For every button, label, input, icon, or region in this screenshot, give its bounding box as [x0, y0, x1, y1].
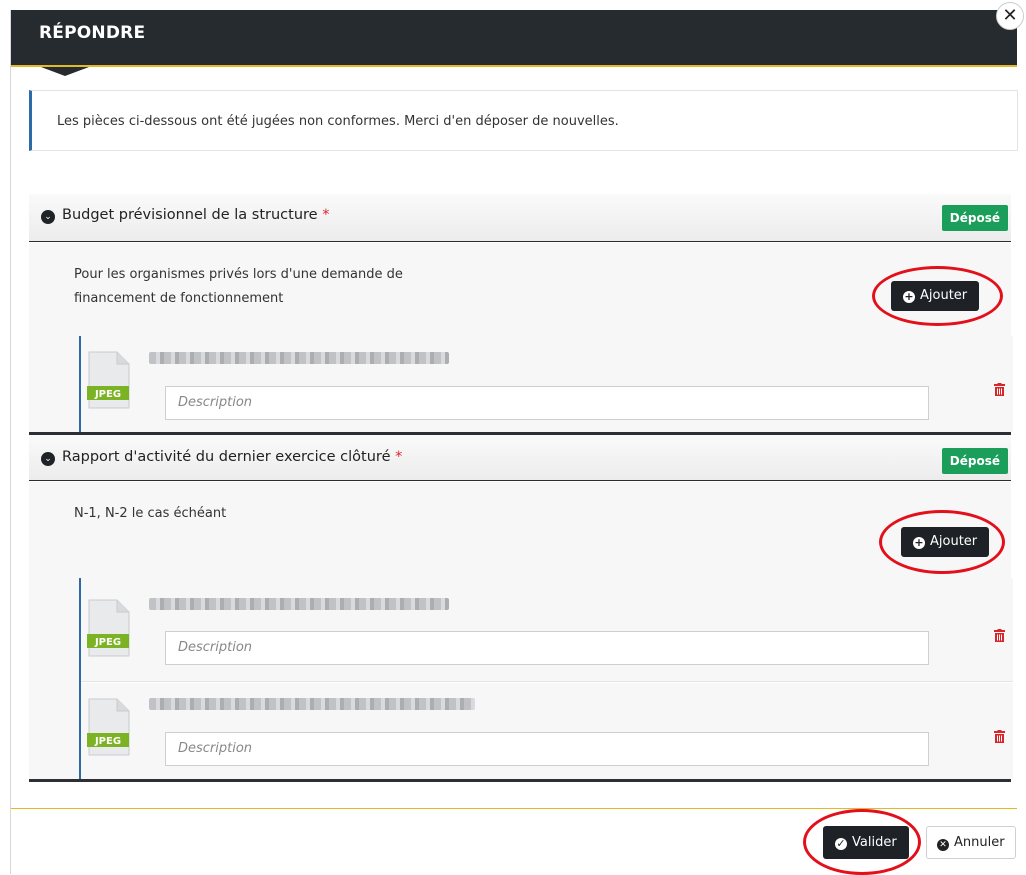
respond-dialog: RÉPONDRE ✕ Les pièces ci-dessous ont été…: [10, 2, 1024, 875]
status-badge: Déposé: [941, 448, 1008, 474]
trash-icon[interactable]: [994, 629, 1005, 642]
svg-text:JPEG: JPEG: [94, 736, 121, 747]
dialog-title: RÉPONDRE: [39, 23, 146, 43]
section-header-budget[interactable]: ⌄ Budget prévisionnel de la structure * …: [29, 194, 1011, 242]
section-title: Budget prévisionnel de la structure *: [62, 207, 330, 223]
file-name: [149, 352, 449, 364]
section-header-rapport[interactable]: ⌄ Rapport d'activité du dernier exercice…: [29, 435, 1011, 481]
section-divider: [29, 779, 1011, 782]
dialog-header: RÉPONDRE: [11, 10, 1017, 76]
jpeg-file-icon: JPEG: [87, 351, 130, 409]
svg-text:JPEG: JPEG: [94, 389, 121, 400]
highlight-circle: [872, 266, 1003, 326]
file-list: JPEG Description: [79, 336, 1013, 432]
svg-text:JPEG: JPEG: [94, 637, 121, 648]
notice-text: Les pièces ci-dessous ont été jugées non…: [57, 114, 619, 129]
file-row: JPEG Description: [81, 578, 1013, 682]
highlight-circle: [879, 510, 1005, 574]
trash-icon[interactable]: [994, 730, 1005, 743]
file-row: JPEG Description: [81, 683, 1013, 779]
required-mark: *: [322, 207, 330, 223]
highlight-circle: [803, 809, 921, 875]
section-title: Rapport d'activité du dernier exercice c…: [62, 449, 403, 465]
description-input[interactable]: Description: [165, 386, 929, 420]
file-list: JPEG Description JPEG Description: [79, 578, 1013, 779]
file-name: [149, 598, 449, 610]
close-icon[interactable]: ✕: [996, 2, 1024, 30]
x-circle-icon: ✕: [937, 839, 949, 851]
jpeg-file-icon: JPEG: [87, 698, 130, 756]
cancel-button[interactable]: ✕ Annuler: [926, 826, 1016, 859]
required-mark: *: [395, 449, 403, 465]
jpeg-file-icon: JPEG: [87, 599, 130, 657]
section-description: Pour les organismes privés lors d'une de…: [74, 267, 403, 306]
status-badge: Déposé: [941, 205, 1008, 231]
section-body-rapport: N-1, N-2 le cas échéant + Ajouter JPEG De…: [29, 482, 1013, 779]
header-notch: [41, 67, 89, 76]
trash-icon[interactable]: [994, 383, 1005, 396]
chevron-down-icon[interactable]: ⌄: [41, 210, 55, 224]
section-body-budget: Pour les organismes privés lors d'une de…: [29, 243, 1013, 432]
chevron-down-icon[interactable]: ⌄: [41, 452, 55, 466]
description-input[interactable]: Description: [165, 631, 929, 665]
notice-box: Les pièces ci-dessous ont été jugées non…: [29, 90, 1018, 151]
section-description: N-1, N-2 le cas échéant: [74, 506, 227, 521]
file-row: JPEG Description: [81, 336, 1013, 432]
description-input[interactable]: Description: [165, 732, 929, 766]
file-name: [149, 698, 475, 710]
